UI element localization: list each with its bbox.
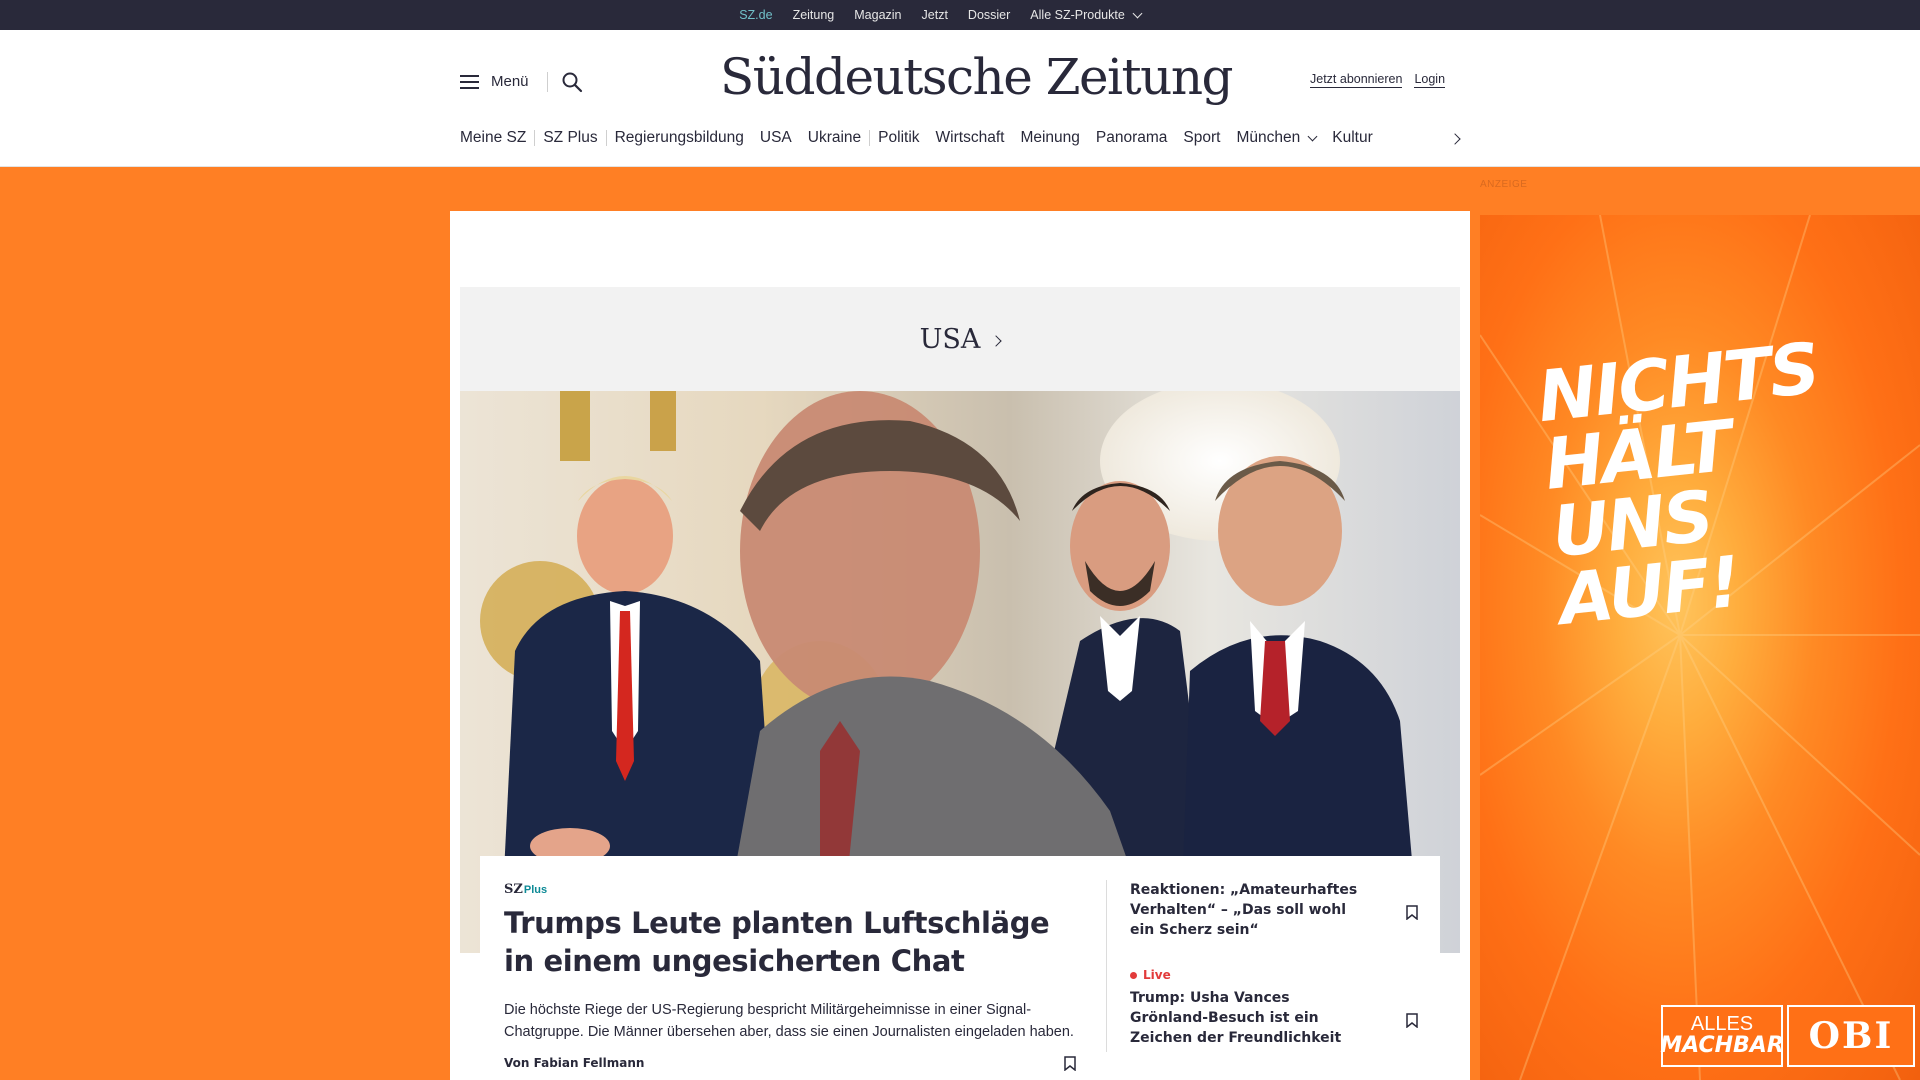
topbar-link-zeitung[interactable]: Zeitung	[793, 8, 835, 22]
obi-brand: OBI	[1787, 1005, 1915, 1067]
nav-item-panorama[interactable]: Panorama	[1088, 129, 1176, 147]
lead-article-summary: Die höchste Riege der US-Regierung bespr…	[504, 1002, 1074, 1040]
account-links: Jetzt abonnieren Login	[1310, 72, 1446, 88]
bookmark-icon[interactable]	[1406, 905, 1418, 920]
obi-logo: ALLES MACHBAR OBI	[1660, 1005, 1915, 1067]
topbar-products-dropdown[interactable]: Alle SZ-Produkte	[1030, 8, 1143, 22]
obi-advertisement[interactable]: NICHTS HÄLT UNS AUF! ALLES MACHBAR OBI	[1480, 215, 1920, 1080]
obi-tagline-machbar: MACHBAR	[1660, 1033, 1784, 1058]
topbar-link-dossier[interactable]: Dossier	[968, 8, 1010, 22]
chevron-right-icon	[990, 335, 1003, 347]
top-bar-links: SZ.de Zeitung Magazin Jetzt Dossier Alle…	[739, 8, 1143, 34]
menu-label: Menü	[491, 73, 529, 90]
topbar-products-label: Alle SZ-Produkte	[1030, 8, 1125, 22]
topbar-link-szde[interactable]: SZ.de	[739, 8, 773, 34]
live-label: Live	[1143, 968, 1171, 982]
chevron-right-icon[interactable]	[1449, 133, 1461, 145]
nav-item-wirtschaft[interactable]: Wirtschaft	[928, 129, 1013, 147]
live-dot-icon	[1130, 971, 1137, 979]
main-content: USA SZ Plus Trumps Leute planten Luftsch…	[450, 211, 1470, 1080]
menu-button[interactable]: Menü	[460, 73, 529, 90]
nav-item-kultur[interactable]: Kultur	[1324, 129, 1381, 147]
related-article-reactions[interactable]: Reaktionen: „Amateurhaftes Verhalten“ – …	[1130, 880, 1360, 940]
header-divider	[547, 72, 548, 92]
section-title: USA	[919, 323, 981, 355]
chevron-down-icon	[1307, 131, 1318, 141]
obi-tagline: ALLES MACHBAR	[1660, 1005, 1784, 1067]
live-badge: Live	[1130, 968, 1171, 982]
obi-tagline-alles: ALLES	[1690, 1013, 1754, 1035]
ad-slogan: NICHTS HÄLT UNS AUF!	[1534, 327, 1902, 641]
topbar-link-jetzt[interactable]: Jetzt	[922, 8, 948, 22]
teaser-divider	[1106, 880, 1107, 1052]
hamburger-icon	[460, 74, 479, 89]
site-header: Menü Süddeutsche Zeitung Jetzt abonniere…	[0, 30, 1920, 167]
nav-item-muenchen[interactable]: München	[1228, 129, 1324, 147]
sz-plus-badge: SZ Plus	[504, 882, 547, 897]
top-bar: SZ.de Zeitung Magazin Jetzt Dossier Alle…	[0, 0, 1920, 34]
section-header-usa[interactable]: USA	[460, 287, 1460, 391]
nav-item-ukraine[interactable]: Ukraine	[800, 129, 869, 147]
sz-plus-badge-sz: SZ	[504, 882, 523, 897]
nav-item-regierungsbildung[interactable]: Regierungsbildung	[607, 129, 752, 147]
lead-article-author: Von Fabian Fellmann	[504, 1056, 645, 1070]
nav-item-meine-sz[interactable]: Meine SZ	[460, 129, 534, 147]
search-icon[interactable]	[561, 71, 583, 93]
nav-item-sz-plus[interactable]: SZ Plus	[535, 129, 605, 147]
subscribe-link[interactable]: Jetzt abonnieren	[1310, 72, 1403, 88]
lead-article-title[interactable]: Trumps Leute planten Luftschläge in eine…	[504, 904, 1064, 980]
lead-teaser: SZ Plus Trumps Leute planten Luftschläge…	[480, 856, 1440, 1080]
bookmark-icon[interactable]	[1406, 1013, 1418, 1028]
chevron-down-icon	[1132, 8, 1143, 18]
ad-label: ANZEIGE	[1480, 179, 1528, 190]
bookmark-icon[interactable]	[1064, 1056, 1076, 1071]
login-link[interactable]: Login	[1414, 72, 1446, 88]
nav-item-meinung[interactable]: Meinung	[1012, 129, 1087, 147]
main-nav: Meine SZ SZ Plus Regierungsbildung USA U…	[460, 129, 1381, 147]
related-article-live[interactable]: Trump: Usha Vances Grönland-Besuch ist e…	[1130, 988, 1360, 1048]
topbar-link-magazin[interactable]: Magazin	[854, 8, 901, 22]
site-logo[interactable]: Süddeutsche Zeitung	[720, 48, 1234, 106]
nav-item-muenchen-label: München	[1236, 129, 1301, 146]
sz-plus-badge-plus: Plus	[523, 884, 548, 896]
nav-item-usa[interactable]: USA	[752, 129, 800, 147]
nav-item-sport[interactable]: Sport	[1175, 129, 1228, 147]
nav-item-politik[interactable]: Politik	[870, 129, 927, 147]
